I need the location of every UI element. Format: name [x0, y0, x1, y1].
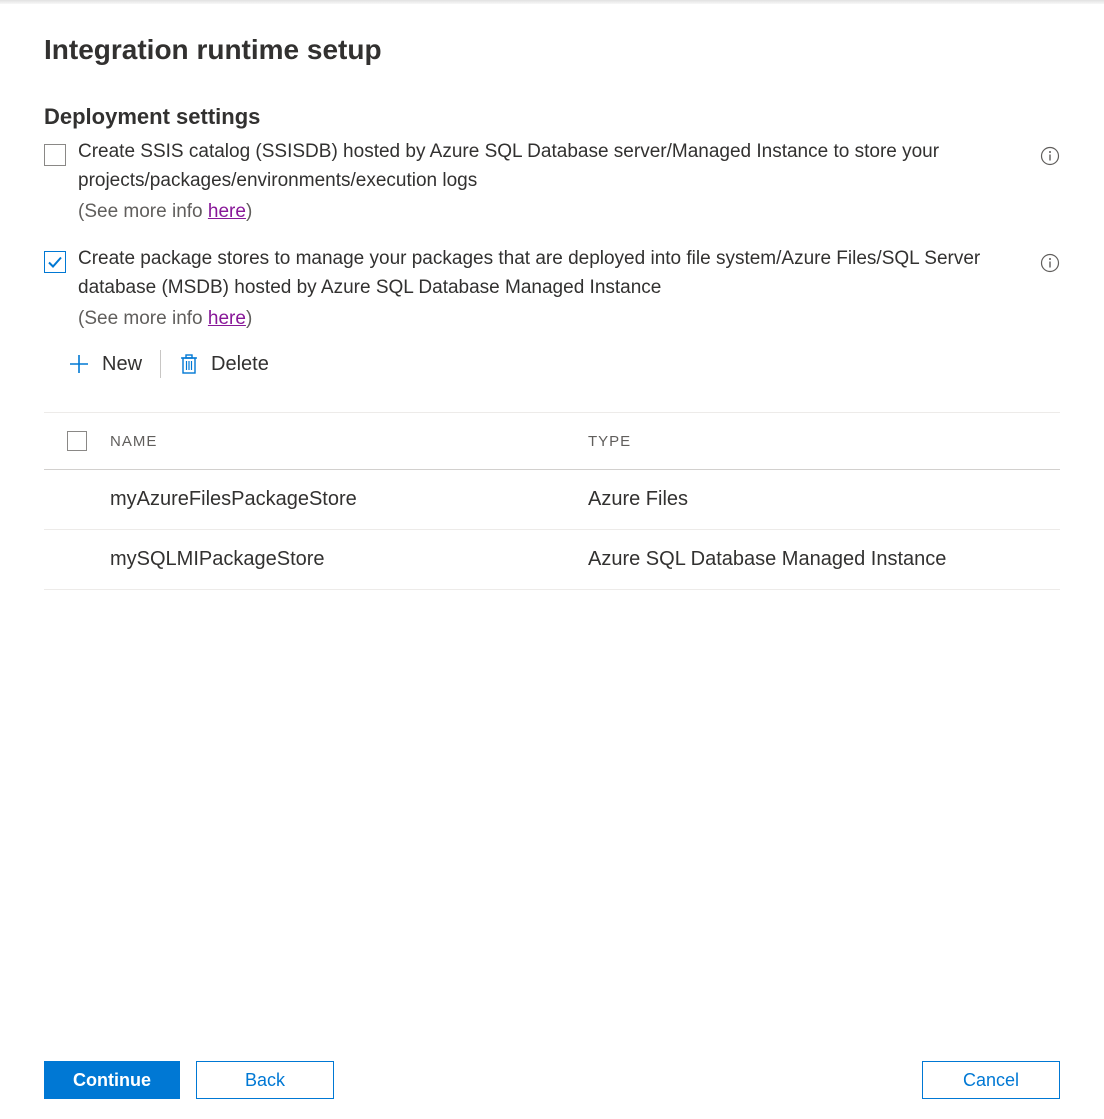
plus-icon — [68, 353, 90, 375]
package-store-grid: NAME TYPE myAzureFilesPackageStore Azure… — [44, 412, 1060, 590]
column-header-type[interactable]: TYPE — [588, 433, 1060, 450]
checkbox-package-stores[interactable] — [44, 251, 66, 273]
cancel-button[interactable]: Cancel — [922, 1061, 1060, 1099]
table-row[interactable]: mySQLMIPackageStore Azure SQL Database M… — [44, 530, 1060, 590]
see-more-suffix-2: ) — [246, 308, 252, 329]
column-header-name[interactable]: NAME — [110, 433, 588, 450]
back-button[interactable]: Back — [196, 1061, 334, 1099]
see-more-prefix-2: (See more info — [78, 308, 208, 329]
see-more-ssis: (See more info here) — [78, 201, 1024, 223]
see-more-prefix: (See more info — [78, 201, 208, 222]
see-more-link-pkg[interactable]: here — [208, 308, 246, 329]
see-more-link-ssis[interactable]: here — [208, 201, 246, 222]
row-type: Azure Files — [588, 488, 1060, 511]
toolbar-divider — [160, 350, 161, 378]
info-icon[interactable] — [1040, 253, 1060, 273]
option-package-stores-text: Create package stores to manage your pac… — [78, 245, 1024, 302]
table-row[interactable]: myAzureFilesPackageStore Azure Files — [44, 470, 1060, 530]
info-icon[interactable] — [1040, 146, 1060, 166]
footer: Continue Back Cancel — [0, 1061, 1104, 1099]
row-name: mySQLMIPackageStore — [110, 548, 588, 571]
option-package-stores: Create package stores to manage your pac… — [44, 245, 1060, 396]
grid-header: NAME TYPE — [44, 412, 1060, 470]
see-more-suffix: ) — [246, 201, 252, 222]
row-type: Azure SQL Database Managed Instance — [588, 548, 1060, 571]
continue-button[interactable]: Continue — [44, 1061, 180, 1099]
new-label: New — [102, 353, 142, 376]
select-all-checkbox[interactable] — [67, 431, 87, 451]
checkbox-ssis-catalog[interactable] — [44, 144, 66, 166]
see-more-pkg: (See more info here) — [78, 308, 1024, 330]
delete-button[interactable]: Delete — [179, 353, 269, 376]
option-ssis-catalog: Create SSIS catalog (SSISDB) hosted by A… — [44, 138, 1060, 223]
page-title: Integration runtime setup — [44, 34, 1060, 66]
delete-label: Delete — [211, 353, 269, 376]
section-title: Deployment settings — [44, 104, 1060, 130]
trash-icon — [179, 353, 199, 375]
row-name: myAzureFilesPackageStore — [110, 488, 588, 511]
new-button[interactable]: New — [68, 353, 142, 376]
option-ssis-catalog-text: Create SSIS catalog (SSISDB) hosted by A… — [78, 138, 1024, 195]
package-store-toolbar: New Delete — [68, 350, 1024, 378]
